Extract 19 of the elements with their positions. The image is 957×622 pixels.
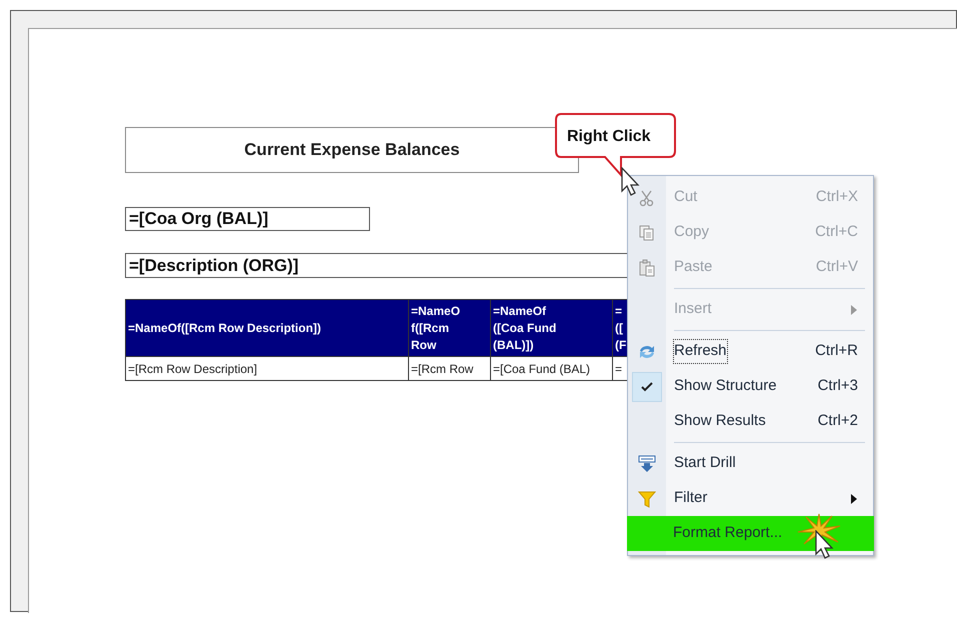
scissors-icon bbox=[638, 188, 656, 206]
clipboard-icon bbox=[638, 258, 656, 276]
column-header: =NameOf ([Coa Fund (BAL)]) bbox=[491, 300, 613, 356]
table-cell: =[Rcm Row bbox=[409, 357, 491, 380]
menu-item[interactable]: Show Results Ctrl+2 bbox=[628, 404, 873, 439]
table-cell: =[Rcm Row Description] bbox=[126, 357, 409, 380]
report-field: =[Coa Org (BAL)] bbox=[125, 207, 370, 231]
copy-icon bbox=[638, 224, 656, 242]
menu-item[interactable]: Format Report... bbox=[627, 516, 874, 551]
menu-item[interactable]: Start Drill bbox=[628, 446, 873, 481]
column-header: =NameO f([Rcm Row bbox=[409, 300, 491, 356]
drill-down-icon bbox=[638, 454, 656, 472]
column-header: =NameOf([Rcm Row Description]) bbox=[126, 300, 409, 356]
table-cell: =[Coa Fund (BAL) bbox=[491, 357, 613, 380]
filter-icon bbox=[638, 490, 656, 508]
menu-item[interactable]: Filter bbox=[628, 481, 873, 516]
callout-text: Right Click bbox=[567, 127, 651, 147]
cursor-icon bbox=[815, 530, 835, 560]
cursor-icon bbox=[621, 167, 641, 197]
